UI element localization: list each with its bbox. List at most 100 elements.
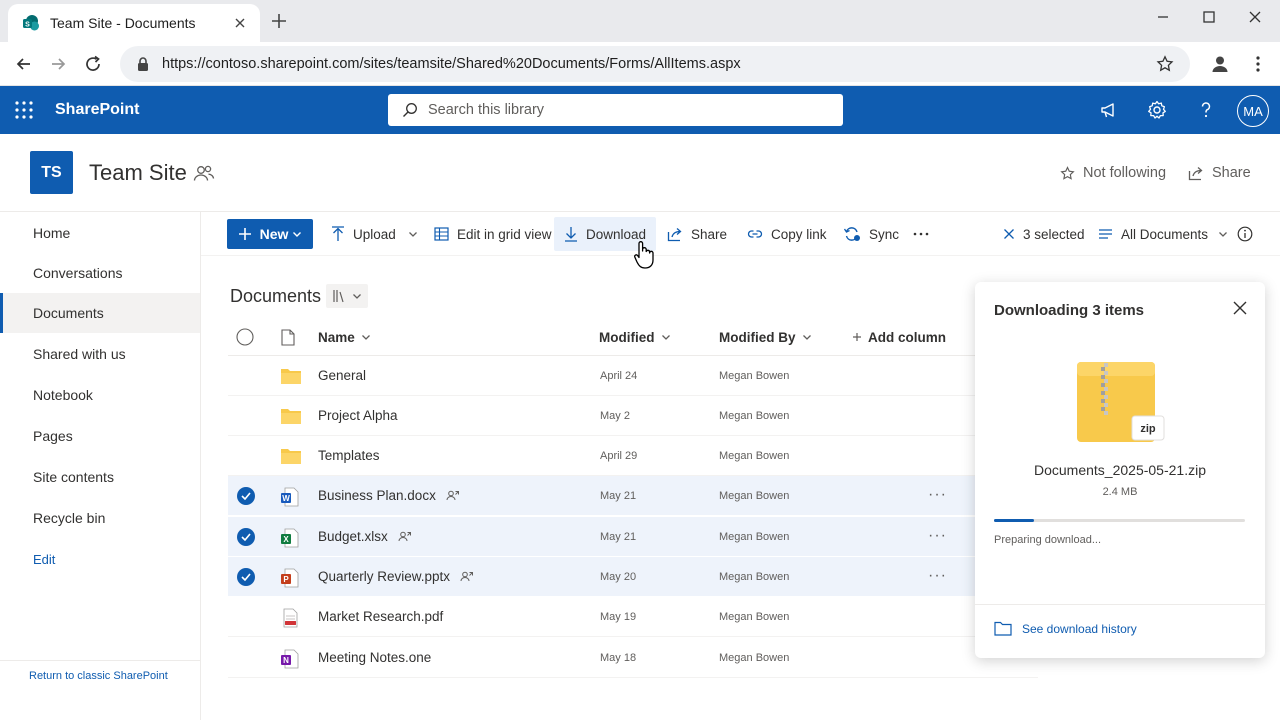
- copy-link-button[interactable]: Copy link: [737, 217, 837, 251]
- column-modified-label: Modified: [599, 329, 655, 345]
- download-panel: Downloading 3 items zip Documents_2025-0…: [975, 282, 1265, 658]
- row-checkbox-checked[interactable]: [237, 528, 255, 546]
- sync-button[interactable]: Sync: [833, 217, 909, 251]
- minimize-icon[interactable]: [1150, 8, 1176, 26]
- file-modified-by[interactable]: Megan Bowen: [719, 571, 789, 583]
- file-name[interactable]: Business Plan.docx: [318, 488, 436, 503]
- file-type-icon[interactable]: [281, 318, 295, 356]
- table-row[interactable]: Market Research.pdf May 19 Megan Bowen: [228, 597, 1038, 637]
- lock-icon[interactable]: [136, 56, 150, 72]
- address-bar-row: https://contoso.sharepoint.com/sites/tea…: [0, 42, 1280, 86]
- onenote-file-icon: N: [280, 649, 300, 669]
- table-row[interactable]: P Quarterly Review.pptx May 20 Megan Bow…: [228, 557, 1038, 597]
- megaphone-icon[interactable]: [1099, 100, 1119, 120]
- column-header-modified-by[interactable]: Modified By: [719, 318, 812, 356]
- nav-item-site-contents[interactable]: Site contents: [0, 457, 200, 497]
- close-tab-icon[interactable]: [232, 15, 248, 31]
- return-to-classic-link[interactable]: Return to classic SharePoint: [29, 670, 168, 682]
- new-tab-icon[interactable]: [270, 12, 288, 30]
- file-name-cell[interactable]: Business Plan.docx: [318, 488, 460, 503]
- site-logo[interactable]: TS: [30, 151, 73, 194]
- group-members-icon[interactable]: [193, 164, 215, 182]
- app-launcher-icon[interactable]: [14, 100, 34, 120]
- file-name-cell[interactable]: Budget.xlsx: [318, 529, 412, 544]
- file-name[interactable]: Budget.xlsx: [318, 529, 388, 544]
- row-checkbox-checked[interactable]: [237, 487, 255, 505]
- library-title: Documents: [230, 286, 322, 306]
- back-icon[interactable]: [14, 54, 34, 74]
- selected-count: 3 selected: [1023, 226, 1085, 242]
- file-name-cell[interactable]: Quarterly Review.pptx: [318, 569, 474, 584]
- more-commands-icon[interactable]: [903, 217, 939, 251]
- nav-item-pages[interactable]: Pages: [0, 416, 200, 456]
- column-header-modified[interactable]: Modified: [599, 318, 671, 356]
- file-name[interactable]: General: [318, 368, 366, 383]
- table-row[interactable]: W Business Plan.docx May 21 Megan Bowen …: [228, 476, 1038, 516]
- list-lines-icon: [1098, 228, 1121, 240]
- table-row[interactable]: N Meeting Notes.one May 18 Megan Bowen: [228, 638, 1038, 678]
- maximize-icon[interactable]: [1196, 8, 1222, 26]
- nav-item-documents[interactable]: Documents: [0, 293, 200, 333]
- file-modified-by[interactable]: Megan Bowen: [719, 652, 789, 664]
- file-modified-by[interactable]: Megan Bowen: [719, 450, 789, 462]
- file-modified-by[interactable]: Megan Bowen: [719, 410, 789, 422]
- edit-grid-view-button[interactable]: Edit in grid view: [424, 217, 562, 251]
- select-all-checkbox[interactable]: [236, 318, 254, 356]
- user-avatar[interactable]: MA: [1237, 95, 1269, 127]
- file-modified-by[interactable]: Megan Bowen: [719, 611, 789, 623]
- zip-badge-label: zip: [1140, 423, 1156, 435]
- file-name[interactable]: Templates: [318, 448, 380, 463]
- forward-icon[interactable]: [48, 54, 68, 74]
- share-button[interactable]: Share: [657, 217, 737, 251]
- file-name[interactable]: Meeting Notes.one: [318, 650, 431, 665]
- browser-tab[interactable]: S Team Site - Documents: [8, 4, 260, 42]
- nav-item-recycle-bin[interactable]: Recycle bin: [0, 498, 200, 538]
- file-name[interactable]: Market Research.pdf: [318, 609, 443, 624]
- profile-icon[interactable]: [1210, 54, 1230, 74]
- download-history-link[interactable]: See download history: [994, 621, 1137, 636]
- library-view-options[interactable]: [326, 284, 368, 308]
- more-actions-icon[interactable]: ···: [928, 527, 947, 545]
- site-title[interactable]: Team Site: [89, 160, 187, 186]
- reload-icon[interactable]: [83, 54, 103, 74]
- follow-button[interactable]: Not following: [1060, 165, 1166, 181]
- more-actions-icon[interactable]: ···: [928, 486, 947, 504]
- sync-icon: [843, 226, 869, 242]
- file-name[interactable]: Project Alpha: [318, 408, 398, 423]
- brand-name[interactable]: SharePoint: [55, 101, 139, 119]
- table-row[interactable]: X Budget.xlsx May 21 Megan Bowen ···: [228, 517, 1038, 557]
- file-modified: April 24: [600, 370, 638, 382]
- hand-cursor-icon: [633, 240, 655, 270]
- file-modified-by[interactable]: Megan Bowen: [719, 531, 789, 543]
- nav-item-shared-with-us[interactable]: Shared with us: [0, 334, 200, 374]
- share-label: Share: [691, 226, 728, 242]
- row-checkbox-checked[interactable]: [237, 568, 255, 586]
- new-button[interactable]: New: [227, 219, 313, 249]
- search-input[interactable]: Search this library: [388, 94, 843, 126]
- nav-item-conversations[interactable]: Conversations: [0, 253, 200, 293]
- nav-edit-link[interactable]: Edit: [0, 539, 200, 579]
- add-column-button[interactable]: Add column: [852, 318, 946, 356]
- clear-selection-button[interactable]: 3 selected: [993, 217, 1095, 251]
- more-actions-icon[interactable]: ···: [928, 567, 947, 585]
- table-row[interactable]: General April 24 Megan Bowen: [228, 356, 1038, 396]
- settings-gear-icon[interactable]: [1147, 100, 1167, 120]
- file-modified-by[interactable]: Megan Bowen: [719, 490, 789, 502]
- site-share-button[interactable]: Share: [1188, 165, 1251, 181]
- view-switcher[interactable]: All Documents: [1088, 217, 1238, 251]
- table-row[interactable]: Project Alpha May 2 Megan Bowen: [228, 396, 1038, 436]
- browser-menu-icon[interactable]: [1248, 54, 1268, 74]
- file-modified-by[interactable]: Megan Bowen: [719, 370, 789, 382]
- info-icon[interactable]: [1227, 217, 1263, 251]
- upload-button[interactable]: Upload: [321, 217, 428, 251]
- table-row[interactable]: Templates April 29 Megan Bowen: [228, 436, 1038, 476]
- nav-item-home[interactable]: Home: [0, 213, 200, 253]
- column-header-name[interactable]: Name: [318, 318, 371, 356]
- help-icon[interactable]: [1196, 100, 1216, 120]
- close-panel-icon[interactable]: [1233, 301, 1247, 315]
- nav-item-notebook[interactable]: Notebook: [0, 375, 200, 415]
- file-name[interactable]: Quarterly Review.pptx: [318, 569, 450, 584]
- url-bar[interactable]: https://contoso.sharepoint.com/sites/tea…: [120, 46, 1190, 82]
- close-window-icon[interactable]: [1242, 8, 1268, 26]
- bookmark-star-icon[interactable]: [1156, 55, 1174, 73]
